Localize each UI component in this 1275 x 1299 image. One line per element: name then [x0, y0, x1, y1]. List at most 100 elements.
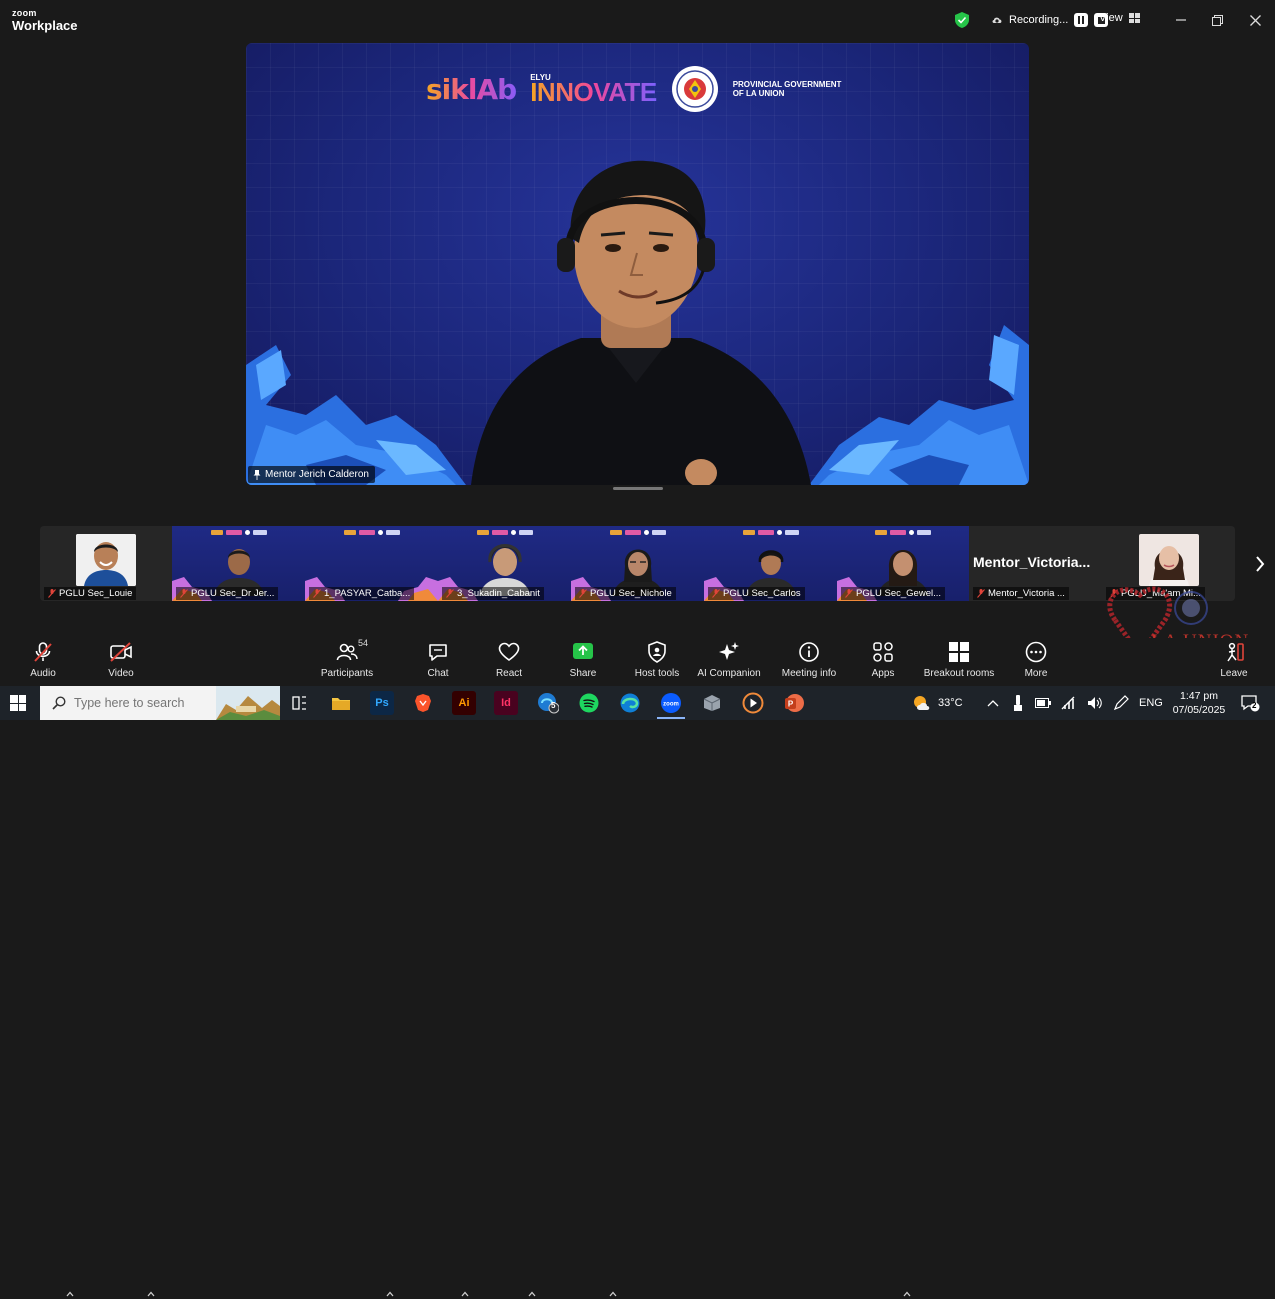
participant-name: PGLU_Ma'am Mi...: [1121, 588, 1201, 599]
play-icon: [742, 692, 764, 714]
folder-icon: [332, 698, 350, 710]
react-options-caret[interactable]: [528, 1289, 538, 1299]
participant-tile[interactable]: PGLU Sec_Gewel...: [837, 526, 969, 601]
zoom-app-button[interactable]: zoom: [659, 691, 683, 715]
spotify-button[interactable]: [577, 691, 601, 715]
badge-count: 5: [551, 701, 556, 710]
participant-tile[interactable]: PGLU Sec_Louie: [40, 526, 172, 601]
participant-tile[interactable]: Mentor_Victoria... Mentor_Victoria ...: [969, 526, 1102, 601]
powerpoint-icon: P: [785, 694, 804, 712]
powerpoint-button[interactable]: P: [782, 691, 806, 715]
notification-center-button[interactable]: 2: [1240, 686, 1260, 720]
recording-indicator[interactable]: Recording...: [955, 11, 1109, 29]
tile-logos: [476, 530, 533, 535]
participants-options-caret[interactable]: [386, 1289, 396, 1299]
volume-icon[interactable]: [1087, 696, 1103, 710]
windows-taskbar: Ps Ai Id 5 zoom P 33°C ENG 1:47 pm 0: [0, 686, 1275, 720]
pen-icon[interactable]: [1113, 695, 1129, 711]
leave-button[interactable]: Leave: [1191, 640, 1275, 679]
usb-icon[interactable]: [1013, 695, 1023, 711]
chevron-up-icon[interactable]: [987, 699, 999, 707]
file-explorer-button[interactable]: [329, 691, 353, 715]
video-button[interactable]: Video: [78, 640, 164, 679]
video-label: Video: [108, 668, 134, 679]
clock-date: 07/05/2025: [1172, 704, 1226, 716]
tile-logos: [210, 530, 267, 535]
indesign-button[interactable]: Id: [494, 691, 518, 715]
minimize-icon: [1176, 19, 1186, 21]
sparkle-icon: [719, 642, 739, 660]
search-input[interactable]: [74, 696, 214, 710]
search-highlight-icon: [216, 686, 280, 720]
participant-label: PGLU_Ma'am Mi...: [1106, 587, 1205, 600]
notification-count: 2: [1252, 701, 1257, 710]
audio-button[interactable]: Audio: [0, 640, 86, 679]
pause-recording-button[interactable]: [1074, 13, 1089, 27]
host-tools-label: Host tools: [634, 668, 680, 679]
media-player-button[interactable]: [741, 691, 765, 715]
share-options-caret[interactable]: [609, 1289, 619, 1299]
participant-avatar: [1138, 534, 1199, 586]
close-window-button[interactable]: [1245, 10, 1265, 30]
resize-handle[interactable]: [613, 487, 663, 490]
app-box-button[interactable]: [700, 691, 724, 715]
participant-label: PGLU Sec_Louie: [44, 587, 137, 600]
muted-mic-icon: [446, 589, 454, 598]
apps-button[interactable]: Apps: [840, 640, 926, 679]
windows-start-button[interactable]: [10, 695, 26, 711]
battery-icon[interactable]: [1035, 698, 1051, 708]
task-view-button[interactable]: [287, 691, 311, 715]
brand-workplace: Workplace: [12, 18, 78, 33]
minimize-button[interactable]: [1171, 10, 1191, 30]
video-options-caret[interactable]: [147, 1289, 157, 1299]
chat-icon: [429, 644, 447, 661]
edge-icon: [620, 693, 640, 713]
participants-label: Participants: [320, 668, 374, 679]
restore-icon: [1211, 14, 1223, 26]
ai-companion-button[interactable]: AI Companion: [686, 640, 772, 679]
photoshop-button[interactable]: Ps: [370, 691, 394, 715]
participants-button[interactable]: 54 Participants: [304, 638, 390, 679]
participant-label: PGLU Sec_Gewel...: [841, 587, 946, 600]
security-shield-icon[interactable]: [955, 12, 969, 28]
illustrator-button[interactable]: Ai: [452, 691, 476, 715]
edge-button[interactable]: [618, 691, 642, 715]
audio-options-caret[interactable]: [66, 1289, 76, 1299]
elyu-innovate-logo: ELYU INNOVATE: [530, 73, 657, 105]
brave-browser-button[interactable]: [411, 691, 435, 715]
muted-mic-icon: [1110, 589, 1118, 598]
network-icon[interactable]: [1061, 696, 1077, 710]
participant-name: 3_Sukadin_Cabanit: [457, 588, 540, 599]
tile-logos: [343, 530, 400, 535]
heart-icon: [498, 642, 520, 661]
participant-tile[interactable]: 1_PASYAR_Catba...: [305, 526, 438, 601]
participant-tile[interactable]: PGLU Sec_Dr Jer...: [172, 526, 305, 601]
participant-tile[interactable]: 3_Sukadin_Cabanit: [438, 526, 571, 601]
taskbar-search[interactable]: [40, 686, 280, 720]
right-geometric-decoration: [809, 325, 1029, 485]
active-speaker-video[interactable]: siklAb ELYU INNOVATE PROVINCIAL GOVERNME…: [246, 43, 1029, 485]
chevron-up-icon: [903, 1291, 911, 1297]
restore-button[interactable]: [1207, 10, 1227, 30]
next-page-button[interactable]: [1250, 552, 1270, 576]
edge-profile-button[interactable]: 5: [536, 691, 560, 715]
participant-tile[interactable]: PGLU_Ma'am Mi...: [1102, 526, 1235, 601]
breakout-rooms-button[interactable]: Breakout rooms: [916, 640, 1002, 679]
participant-tile[interactable]: PGLU Sec_Carlos: [704, 526, 837, 601]
participant-label: Mentor_Victoria ...: [973, 587, 1069, 600]
sun-cloud-icon: [914, 696, 930, 710]
participant-label: 3_Sukadin_Cabanit: [442, 587, 544, 600]
participant-name: Mentor_Victoria ...: [988, 588, 1065, 599]
chat-options-caret[interactable]: [461, 1289, 471, 1299]
muted-mic-icon: [579, 589, 587, 598]
weather-widget[interactable]: 33°C: [912, 686, 963, 720]
system-clock[interactable]: 1:47 pm 07/05/2025: [1172, 689, 1226, 717]
leave-label: Leave: [1220, 668, 1248, 679]
view-button[interactable]: View: [1099, 12, 1140, 24]
apps-options-caret[interactable]: [903, 1289, 913, 1299]
grid-view-icon: [1128, 13, 1140, 23]
participant-tile[interactable]: PGLU Sec_Nichole: [571, 526, 704, 601]
language-indicator[interactable]: ENG: [1139, 697, 1163, 709]
more-button[interactable]: More: [993, 640, 1079, 679]
provincial-seal-icon: [671, 66, 718, 112]
